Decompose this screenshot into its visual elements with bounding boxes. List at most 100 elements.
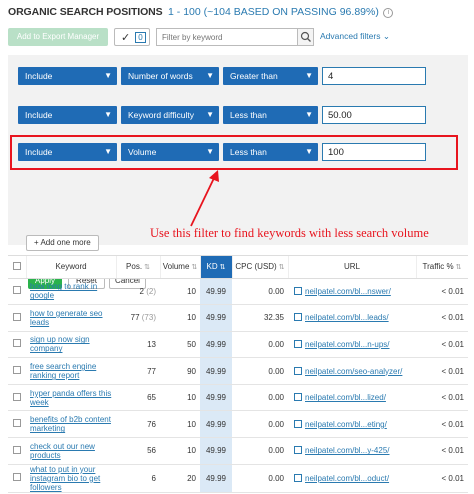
keyword-filter-input[interactable] xyxy=(157,29,295,45)
row-checkbox[interactable] xyxy=(13,312,21,321)
url-link[interactable]: neilpatel.com/bl...leads/ xyxy=(305,313,389,322)
chevron-down-icon: ⌄ xyxy=(382,31,390,41)
external-link-icon[interactable] xyxy=(294,339,302,348)
filter-operator-select[interactable]: Less than ▼ xyxy=(223,106,318,124)
external-link-icon[interactable] xyxy=(294,313,302,322)
add-to-export-manager-button[interactable]: Add to Export Manager xyxy=(8,28,108,46)
plus-icon: + xyxy=(34,238,39,247)
cpc-cell: 0.00 xyxy=(232,464,288,493)
pos-cell: 76 xyxy=(116,410,160,439)
row-checkbox[interactable] xyxy=(13,473,21,482)
add-one-more-button[interactable]: + Add one more xyxy=(26,235,99,251)
chevron-down-icon: ▼ xyxy=(206,71,214,80)
url-link[interactable]: neilpatel.com/bl...lized/ xyxy=(305,393,386,402)
selected-count-badge: 0 xyxy=(135,32,146,43)
external-link-icon[interactable] xyxy=(294,286,302,295)
filter-field-select[interactable]: Keyword difficulty ▼ xyxy=(121,106,219,124)
cpc-cell: 0.00 xyxy=(232,278,288,306)
url-link[interactable]: neilpatel.com/bl...eting/ xyxy=(305,420,387,429)
annotation-highlight-box xyxy=(10,135,458,170)
filter-mode-select[interactable]: Include ▼ xyxy=(18,106,117,124)
volume-cell: 10 xyxy=(160,437,200,465)
url-link[interactable]: neilpatel.com/seo-analyzer/ xyxy=(305,367,402,376)
filter-mode-select[interactable]: Include ▼ xyxy=(18,67,117,85)
selected-count-toggle[interactable]: ✓ 0 xyxy=(114,28,150,46)
keyword-link[interactable]: how to generate seo leads xyxy=(30,309,103,327)
external-link-icon[interactable] xyxy=(294,366,302,375)
keyword-filter-box xyxy=(156,28,314,46)
info-icon[interactable]: i xyxy=(383,8,394,18)
column-header-kd[interactable]: KD ⇅ xyxy=(200,256,233,279)
row-checkbox[interactable] xyxy=(13,366,21,375)
external-link-icon[interactable] xyxy=(294,419,302,428)
filter-row-1: Include ▼ Number of words ▼ Greater than ▼ xyxy=(18,67,448,85)
row-checkbox[interactable] xyxy=(13,392,21,401)
cpc-cell: 0.00 xyxy=(232,437,288,465)
keyword-link[interactable]: what to put in your instagram bio to get… xyxy=(30,465,100,492)
traffic-cell: < 0.01 xyxy=(416,357,468,385)
select-all-checkbox[interactable] xyxy=(12,261,21,270)
sort-icon: ⇅ xyxy=(455,264,462,272)
keyword-link[interactable]: benefits of b2b content marketing xyxy=(30,415,111,433)
filter-operator-select[interactable]: Greater than ▼ xyxy=(223,67,318,85)
filter-field-select[interactable]: Number of words ▼ xyxy=(121,67,219,85)
keyword-link[interactable]: how long to rank in google xyxy=(30,282,97,300)
page-header: ORGANIC SEARCH POSITIONS 1 - 100 (~104 B… xyxy=(8,6,468,20)
chevron-down-icon: ▼ xyxy=(104,110,112,119)
filter-value-input[interactable] xyxy=(323,68,423,84)
volume-cell: 10 xyxy=(160,384,200,412)
cpc-cell: 0.00 xyxy=(232,331,288,359)
pos-cell: 65 xyxy=(116,384,160,412)
column-header-pos[interactable]: Pos. ⇅ xyxy=(116,256,161,279)
chevron-down-icon: ▼ xyxy=(305,110,313,119)
url-link[interactable]: neilpatel.com/bl...y-425/ xyxy=(305,446,390,455)
sort-icon: ⇅ xyxy=(191,264,198,272)
traffic-cell: < 0.01 xyxy=(416,331,468,359)
external-link-icon[interactable] xyxy=(294,446,302,455)
volume-cell: 10 xyxy=(160,278,200,306)
table-row: benefits of b2b content marketing 76 10 … xyxy=(8,410,468,439)
column-header-url[interactable]: URL xyxy=(288,256,417,279)
keyword-link[interactable]: free search engine ranking report xyxy=(30,362,96,380)
row-checkbox[interactable] xyxy=(13,339,21,348)
kd-cell: 49.99 xyxy=(200,464,232,493)
column-header-volume[interactable]: Volume ⇅ xyxy=(160,256,201,279)
volume-cell: 20 xyxy=(160,464,200,493)
cpc-cell: 0.00 xyxy=(232,410,288,439)
pos-cell: 56 xyxy=(116,437,160,465)
search-icon[interactable] xyxy=(297,29,313,45)
traffic-cell: < 0.01 xyxy=(416,384,468,412)
row-checkbox[interactable] xyxy=(13,286,21,295)
external-link-icon[interactable] xyxy=(294,473,302,482)
url-link[interactable]: neilpatel.com/bl...n-ups/ xyxy=(305,340,390,349)
column-header-traffic[interactable]: Traffic % ⇅ xyxy=(416,256,468,279)
chevron-down-icon: ▼ xyxy=(305,71,313,80)
volume-cell: 10 xyxy=(160,304,200,332)
filter-value-input[interactable] xyxy=(323,107,423,123)
row-checkbox[interactable] xyxy=(13,419,21,428)
table-header-row: Keyword Pos. ⇅ Volume ⇅ KD ⇅ CPC (USD) ⇅ URL… xyxy=(8,256,468,279)
sort-icon: ⇅ xyxy=(219,264,226,272)
advanced-filters-toggle[interactable]: Advanced filters ⌄ xyxy=(320,31,390,42)
url-link[interactable]: neilpatel.com/bl...nswer/ xyxy=(305,287,391,296)
chevron-down-icon: ▼ xyxy=(104,71,112,80)
cpc-cell: 0.00 xyxy=(232,384,288,412)
column-header-keyword[interactable]: Keyword xyxy=(26,256,117,279)
pos-cell: 77 xyxy=(116,357,160,385)
sort-icon: ⇅ xyxy=(278,264,285,272)
external-link-icon[interactable] xyxy=(294,393,302,402)
keyword-link[interactable]: hyper panda offers this week xyxy=(30,389,111,407)
toolbar: Add to Export Manager ✓ 0 Advanced filte… xyxy=(8,28,468,46)
row-checkbox[interactable] xyxy=(13,445,21,454)
filter-value-box xyxy=(322,67,426,85)
column-header-cpc[interactable]: CPC (USD) ⇅ xyxy=(232,256,289,279)
page-title: ORGANIC SEARCH POSITIONS xyxy=(8,6,163,18)
keyword-link[interactable]: sign up now sign company xyxy=(30,335,90,353)
kd-cell: 49.99 xyxy=(200,437,232,465)
keyword-link[interactable]: check out our new products xyxy=(30,442,95,460)
table-row: check out our new products 56 10 49.99 0… xyxy=(8,437,468,465)
filter-value-box xyxy=(322,106,426,124)
traffic-cell: < 0.01 xyxy=(416,278,468,306)
kd-cell: 49.99 xyxy=(200,331,232,359)
url-link[interactable]: neilpatel.com/bl...oduct/ xyxy=(305,474,389,483)
